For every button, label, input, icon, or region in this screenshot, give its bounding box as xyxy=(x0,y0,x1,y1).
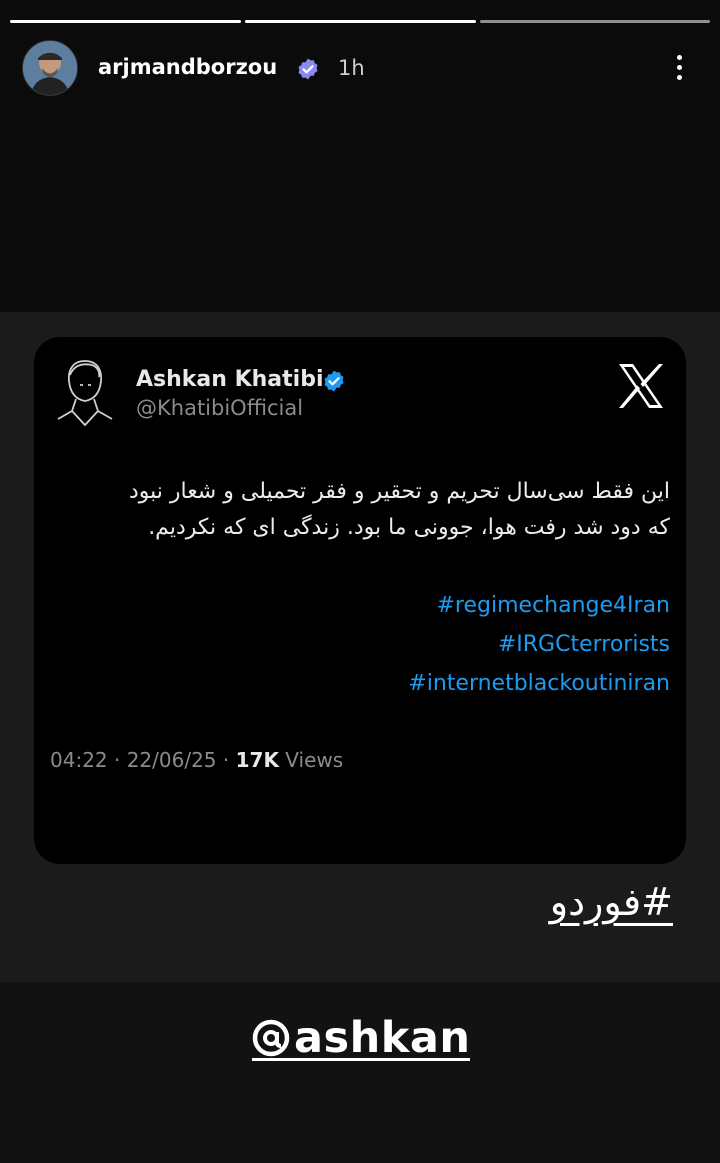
tweet-hashtag-3[interactable]: #internetblackoutiniran xyxy=(408,671,670,696)
tweet-timestamp: 04:22 · 22/06/25 · xyxy=(50,748,236,772)
tweet-views-label: Views xyxy=(278,748,344,772)
tweet-text-line-1: این فقط سی‌سال تحریم و تحقیر و فقر تحمیل… xyxy=(128,479,670,504)
user-avatar[interactable] xyxy=(22,40,78,96)
x-logo-icon xyxy=(619,364,663,408)
verified-badge-icon xyxy=(298,58,318,80)
mention-username: ashkan xyxy=(294,1013,471,1063)
story-time: 1h xyxy=(338,56,365,80)
story-progress-bar-3 xyxy=(480,20,710,23)
threads-icon xyxy=(252,1019,290,1057)
tweet-meta: 04:22 · 22/06/25 · 17K Views xyxy=(50,748,343,772)
tweet-hashtag-1[interactable]: #regimechange4Iran xyxy=(437,593,671,618)
tweet-hashtag-2[interactable]: #IRGCterrorists xyxy=(498,632,670,657)
hashtag-sticker[interactable]: #فوردو xyxy=(550,880,673,924)
tweet-author-avatar[interactable] xyxy=(52,355,118,435)
tweet-author-name[interactable]: Ashkan Khatibi xyxy=(136,367,323,392)
story-username[interactable]: arjmandborzou xyxy=(98,55,277,79)
story-top-background xyxy=(0,0,720,312)
more-vertical-icon[interactable] xyxy=(672,52,686,84)
story-progress-bar-2 xyxy=(245,20,476,23)
mention-underline xyxy=(252,1058,470,1061)
tweet-author-handle[interactable]: @KhatibiOfficial xyxy=(136,396,303,420)
tweet-text: این فقط سی‌سال تحریم و تحقیر و فقر تحمیل… xyxy=(50,474,670,546)
tweet-text-line-2: که دود شد رفت هوا، جوونی ما بود. زندگی ا… xyxy=(148,515,670,540)
tweet-views-count: 17K xyxy=(235,748,279,772)
tweet-verified-icon xyxy=(324,370,344,392)
story-progress-bar-1 xyxy=(10,20,241,23)
